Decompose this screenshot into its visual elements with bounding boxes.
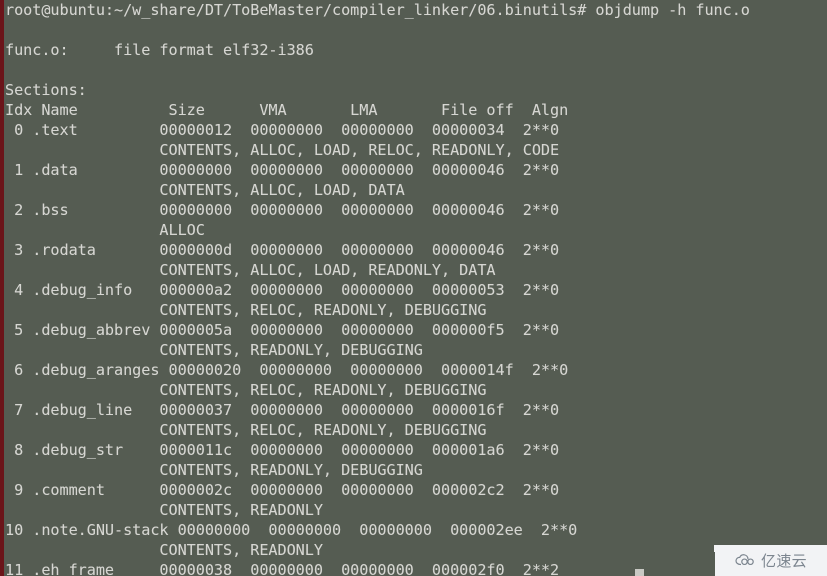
section-row: 8 .debug_str 0000011c 00000000 00000000 … — [5, 441, 560, 459]
section-flags-row: CONTENTS, ALLOC, LOAD, READONLY, DATA — [5, 261, 496, 279]
section-row: 7 .debug_line 00000037 00000000 00000000… — [5, 401, 560, 419]
section-flags-row: CONTENTS, RELOC, READONLY, DEBUGGING — [5, 301, 487, 319]
window-left-border — [0, 0, 4, 576]
section-row: 6 .debug_aranges 00000020 00000000 00000… — [5, 361, 569, 379]
section-row: 5 .debug_abbrev 0000005a 00000000 000000… — [5, 321, 560, 339]
section-flags-row: CONTENTS, ALLOC, LOAD, RELOC, READONLY, … — [5, 141, 560, 159]
watermark-badge: 亿速云 — [715, 545, 827, 576]
section-row: 1 .data 00000000 00000000 00000000 00000… — [5, 161, 560, 179]
section-row: 10 .note.GNU-stack 00000000 00000000 000… — [5, 521, 578, 539]
section-row: 3 .rodata 0000000d 00000000 00000000 000… — [5, 241, 560, 259]
file-format-line: func.o: file format elf32-i386 — [5, 41, 314, 59]
section-row: 0 .text 00000012 00000000 00000000 00000… — [5, 121, 560, 139]
terminal-output-area[interactable]: root@ubuntu:~/w_share/DT/ToBeMaster/comp… — [5, 0, 827, 576]
section-row: 11 .eh_frame 00000038 00000000 00000000 … — [5, 561, 560, 576]
section-flags-row: CONTENTS, READONLY, DEBUGGING — [5, 461, 423, 479]
sections-table-header: Idx Name Size VMA LMA File off Algn — [5, 101, 569, 119]
cloud-icon — [735, 553, 754, 565]
section-flags-row: CONTENTS, RELOC, READONLY, DEBUGGING — [5, 421, 487, 439]
section-row: 4 .debug_info 000000a2 00000000 00000000… — [5, 281, 560, 299]
text-cursor — [635, 569, 644, 576]
section-flags-row: CONTENTS, READONLY — [5, 501, 323, 519]
section-flags-row: CONTENTS, ALLOC, LOAD, DATA — [5, 181, 405, 199]
section-row: 2 .bss 00000000 00000000 00000000 000000… — [5, 201, 560, 219]
watermark-text: 亿速云 — [761, 552, 807, 570]
section-row: 9 .comment 0000002c 00000000 00000000 00… — [5, 481, 560, 499]
terminal-window: root@ubuntu:~/w_share/DT/ToBeMaster/comp… — [0, 0, 827, 576]
section-flags-row: CONTENTS, READONLY — [5, 541, 323, 559]
section-flags-row: CONTENTS, READONLY, DEBUGGING — [5, 341, 423, 359]
section-flags-row: CONTENTS, RELOC, READONLY, DEBUGGING — [5, 381, 487, 399]
section-flags-row: ALLOC — [5, 221, 205, 239]
prompt-line: root@ubuntu:~/w_share/DT/ToBeMaster/comp… — [5, 1, 750, 19]
sections-label: Sections: — [5, 81, 87, 99]
